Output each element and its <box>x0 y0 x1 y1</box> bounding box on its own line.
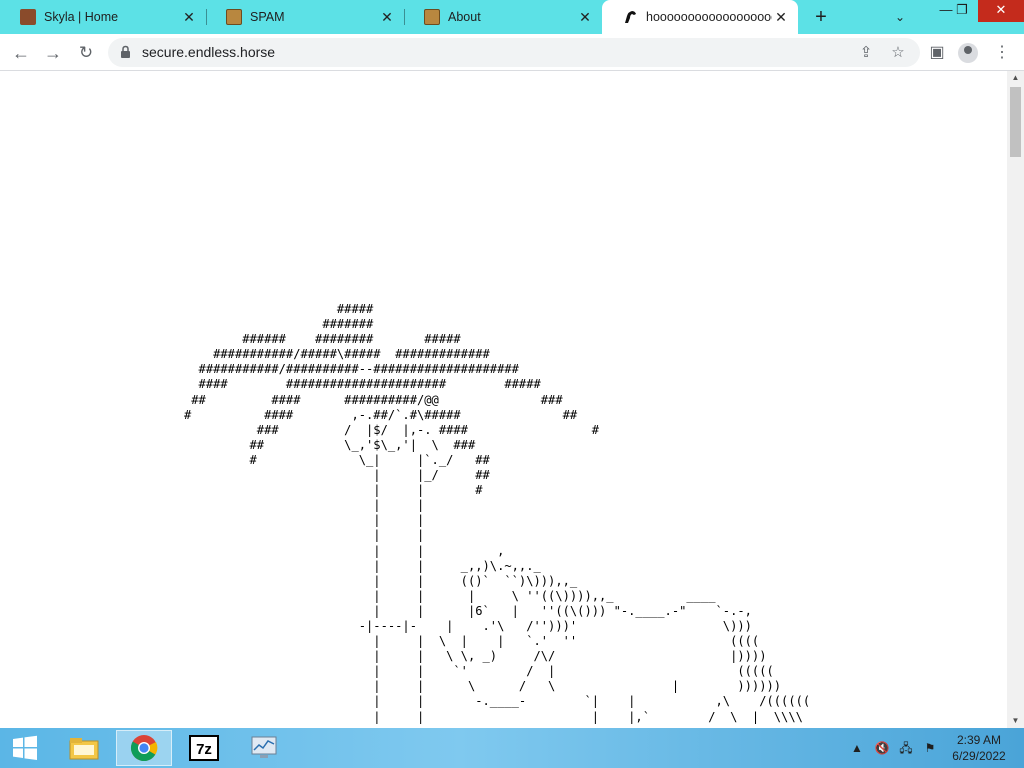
tab-close-icon[interactable]: ✕ <box>576 9 594 26</box>
scroll-down-arrow-icon[interactable]: ▼ <box>1007 714 1024 728</box>
share-icon[interactable]: ⇪ <box>854 41 878 65</box>
reload-icon[interactable]: ↻ <box>73 40 99 66</box>
scrollbar-thumb[interactable] <box>1010 87 1021 157</box>
browser-toolbar: ← → ↻ secure.endless.horse ⇪ ☆ ▣ ⋮ <box>0 34 1024 71</box>
tab-close-icon[interactable]: ✕ <box>772 9 790 26</box>
tab-title: hooooooooooooooooooooooooooooooooooooooo… <box>646 10 772 24</box>
profile-avatar-icon[interactable] <box>958 43 978 63</box>
horse-favicon-icon <box>622 9 638 25</box>
side-panel-icon[interactable]: ▣ <box>924 40 950 66</box>
taskbar-7zip[interactable]: 7z <box>176 730 232 766</box>
address-bar[interactable]: secure.endless.horse ⇪ ☆ <box>108 38 920 67</box>
7zip-icon: 7z <box>189 735 219 761</box>
tab-strip: Skyla | Home ✕ SPAM ✕ About ✕ hooooooooo… <box>0 0 1024 34</box>
volume-muted-icon[interactable]: 🔇 <box>872 728 892 768</box>
back-arrow-icon[interactable]: ← <box>8 40 34 66</box>
box-favicon-icon <box>424 9 440 25</box>
lock-icon[interactable] <box>120 45 131 59</box>
url-text[interactable]: secure.endless.horse <box>142 38 275 67</box>
svg-text:7z: 7z <box>196 741 212 758</box>
tab-about[interactable]: About ✕ <box>404 0 602 34</box>
clock-date: 6/29/2022 <box>952 749 1006 763</box>
tab-title: Skyla | Home <box>44 10 119 24</box>
tray-expand-icon[interactable]: ▲ <box>850 728 864 768</box>
vertical-scrollbar[interactable]: ▲ ▼ <box>1007 71 1024 728</box>
action-center-flag-icon[interactable]: ⚑ <box>920 728 940 768</box>
taskbar-chrome[interactable] <box>116 730 172 766</box>
windows-logo-icon <box>13 735 37 760</box>
bookmark-star-icon[interactable]: ☆ <box>886 41 910 65</box>
tab-close-icon[interactable]: ✕ <box>180 9 198 26</box>
monitor-icon <box>251 736 277 758</box>
close-window-button[interactable]: ✕ <box>978 0 1024 22</box>
network-icon[interactable]: 🖧 <box>896 728 916 768</box>
new-tab-button[interactable]: + <box>808 4 834 30</box>
forward-arrow-icon[interactable]: → <box>40 40 66 66</box>
clock-time: 2:39 AM <box>956 733 1002 747</box>
tab-title: SPAM <box>250 10 285 24</box>
page-content: ##### ####### ###### ######## ##### ####… <box>0 71 1007 728</box>
restore-button[interactable]: ❐ <box>946 0 978 22</box>
windows-taskbar: 7z ▲ 🔇 🖧 ⚑ 2:39 AM 6/29/2022 <box>0 728 1024 768</box>
chrome-icon <box>130 735 158 762</box>
scroll-up-arrow-icon[interactable]: ▲ <box>1007 71 1024 85</box>
folder-icon <box>69 738 99 760</box>
skyla-favicon-icon <box>20 9 36 25</box>
box-favicon-icon <box>226 9 242 25</box>
tab-endless-horse[interactable]: hooooooooooooooooooooooooooooooooooooooo… <box>602 0 798 34</box>
tab-spam[interactable]: SPAM ✕ <box>206 0 404 34</box>
tab-search-chevron-icon[interactable]: ⌄ <box>888 4 912 30</box>
start-button[interactable] <box>0 728 50 768</box>
tab-title: About <box>448 10 481 24</box>
taskbar-file-explorer[interactable] <box>56 730 112 766</box>
tab-skyla-home[interactable]: Skyla | Home ✕ <box>0 0 206 34</box>
taskbar-system-monitor[interactable] <box>236 730 292 766</box>
menu-kebab-icon[interactable]: ⋮ <box>989 40 1015 66</box>
tab-close-icon[interactable]: ✕ <box>378 9 396 26</box>
ascii-horse-art: ##### ####### ###### ######## ##### ####… <box>184 302 811 724</box>
taskbar-clock[interactable]: 2:39 AM 6/29/2022 <box>944 732 1014 764</box>
